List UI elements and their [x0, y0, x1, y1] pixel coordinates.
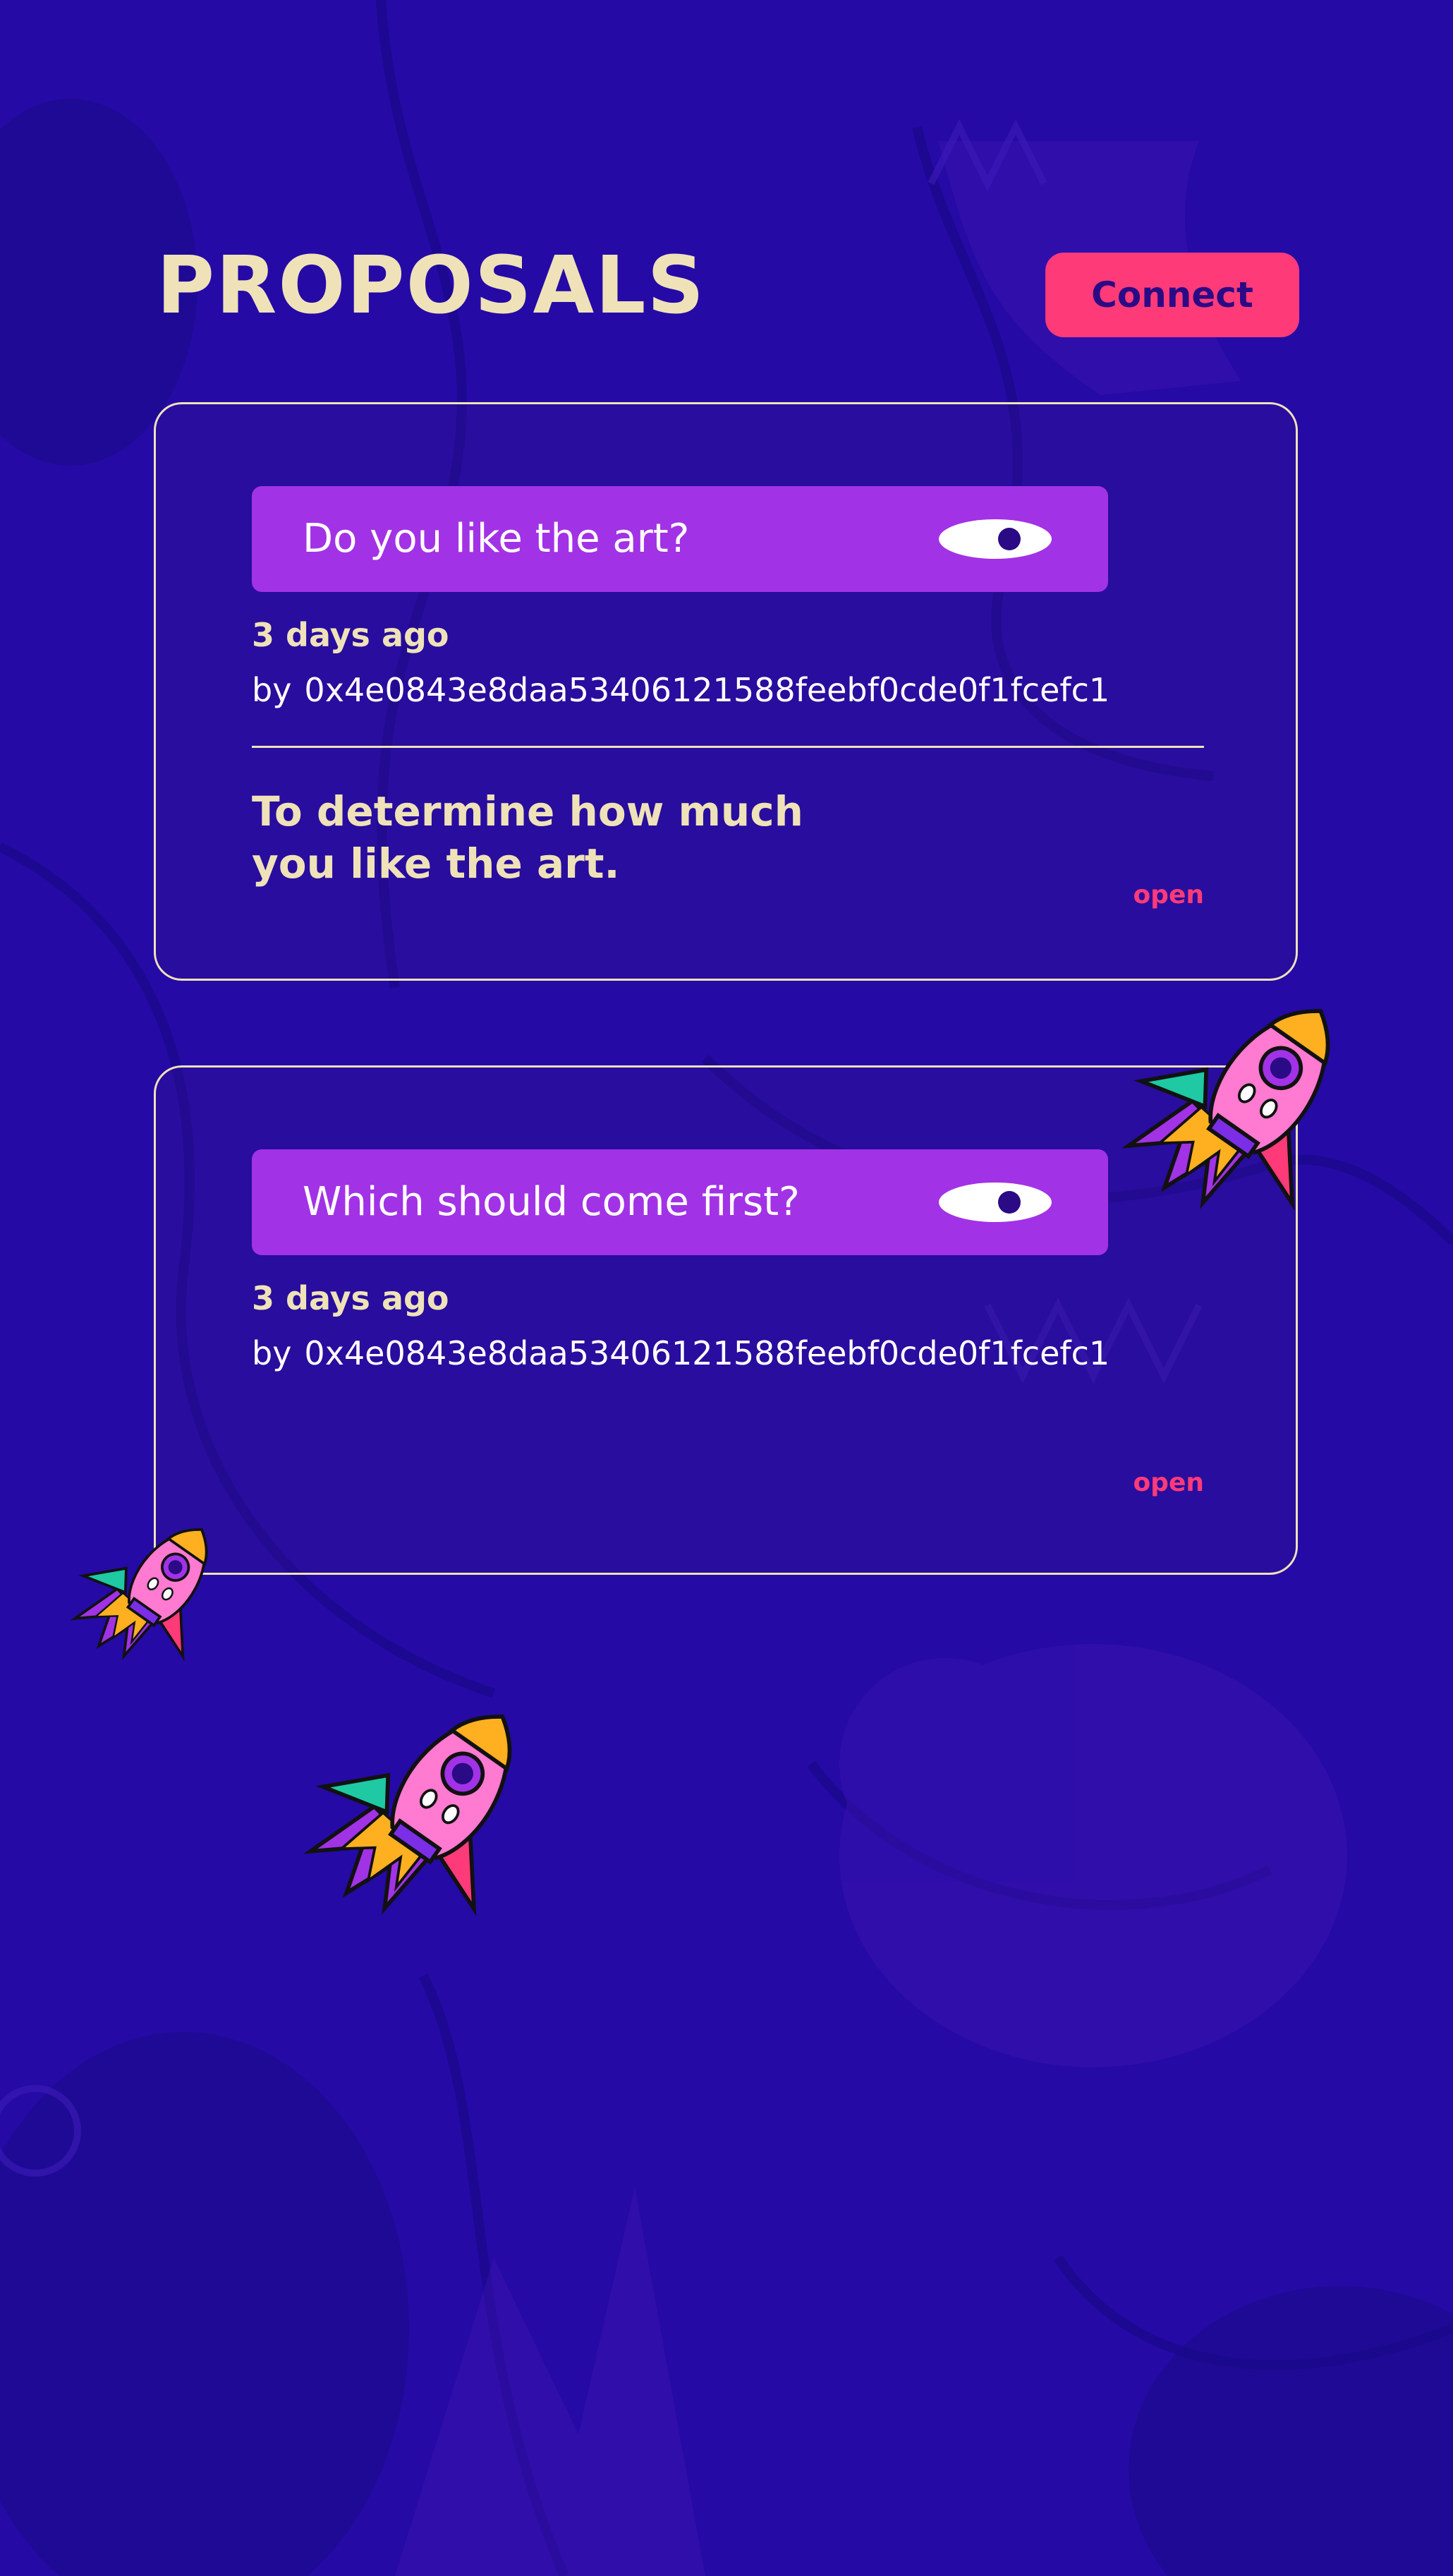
- connect-button[interactable]: Connect: [1045, 253, 1299, 337]
- author-prefix: by: [252, 671, 292, 709]
- proposal-question-bar[interactable]: Which should come first?: [252, 1149, 1108, 1255]
- proposal-card[interactable]: Which should come first? 3 days ago by 0x…: [154, 1065, 1298, 1575]
- proposal-card[interactable]: Do you like the art? 3 days ago by 0x4e08…: [154, 402, 1298, 981]
- card-divider: [252, 746, 1204, 748]
- author-address[interactable]: 0x4e0843e8daa53406121588feebf0cde0f1fcef…: [304, 671, 1109, 709]
- proposal-author-line: by 0x4e0843e8daa53406121588feebf0cde0f1fc…: [252, 671, 1109, 709]
- proposal-question: Which should come first?: [303, 1179, 800, 1225]
- status-badge: open: [1133, 881, 1204, 909]
- eye-icon[interactable]: [939, 519, 1052, 560]
- page-title: PROPOSALS: [157, 240, 706, 332]
- eye-icon[interactable]: [939, 1182, 1052, 1223]
- author-address[interactable]: 0x4e0843e8daa53406121588feebf0cde0f1fcef…: [304, 1334, 1109, 1372]
- proposal-question: Do you like the art?: [303, 516, 690, 562]
- proposal-time-ago: 3 days ago: [252, 1279, 449, 1317]
- proposal-time-ago: 3 days ago: [252, 616, 449, 654]
- proposal-description: To determine how much you like the art.: [252, 787, 803, 888]
- proposal-question-bar[interactable]: Do you like the art?: [252, 486, 1108, 592]
- status-badge: open: [1133, 1468, 1204, 1497]
- author-prefix: by: [252, 1334, 292, 1372]
- proposal-author-line: by 0x4e0843e8daa53406121588feebf0cde0f1fc…: [252, 1334, 1109, 1372]
